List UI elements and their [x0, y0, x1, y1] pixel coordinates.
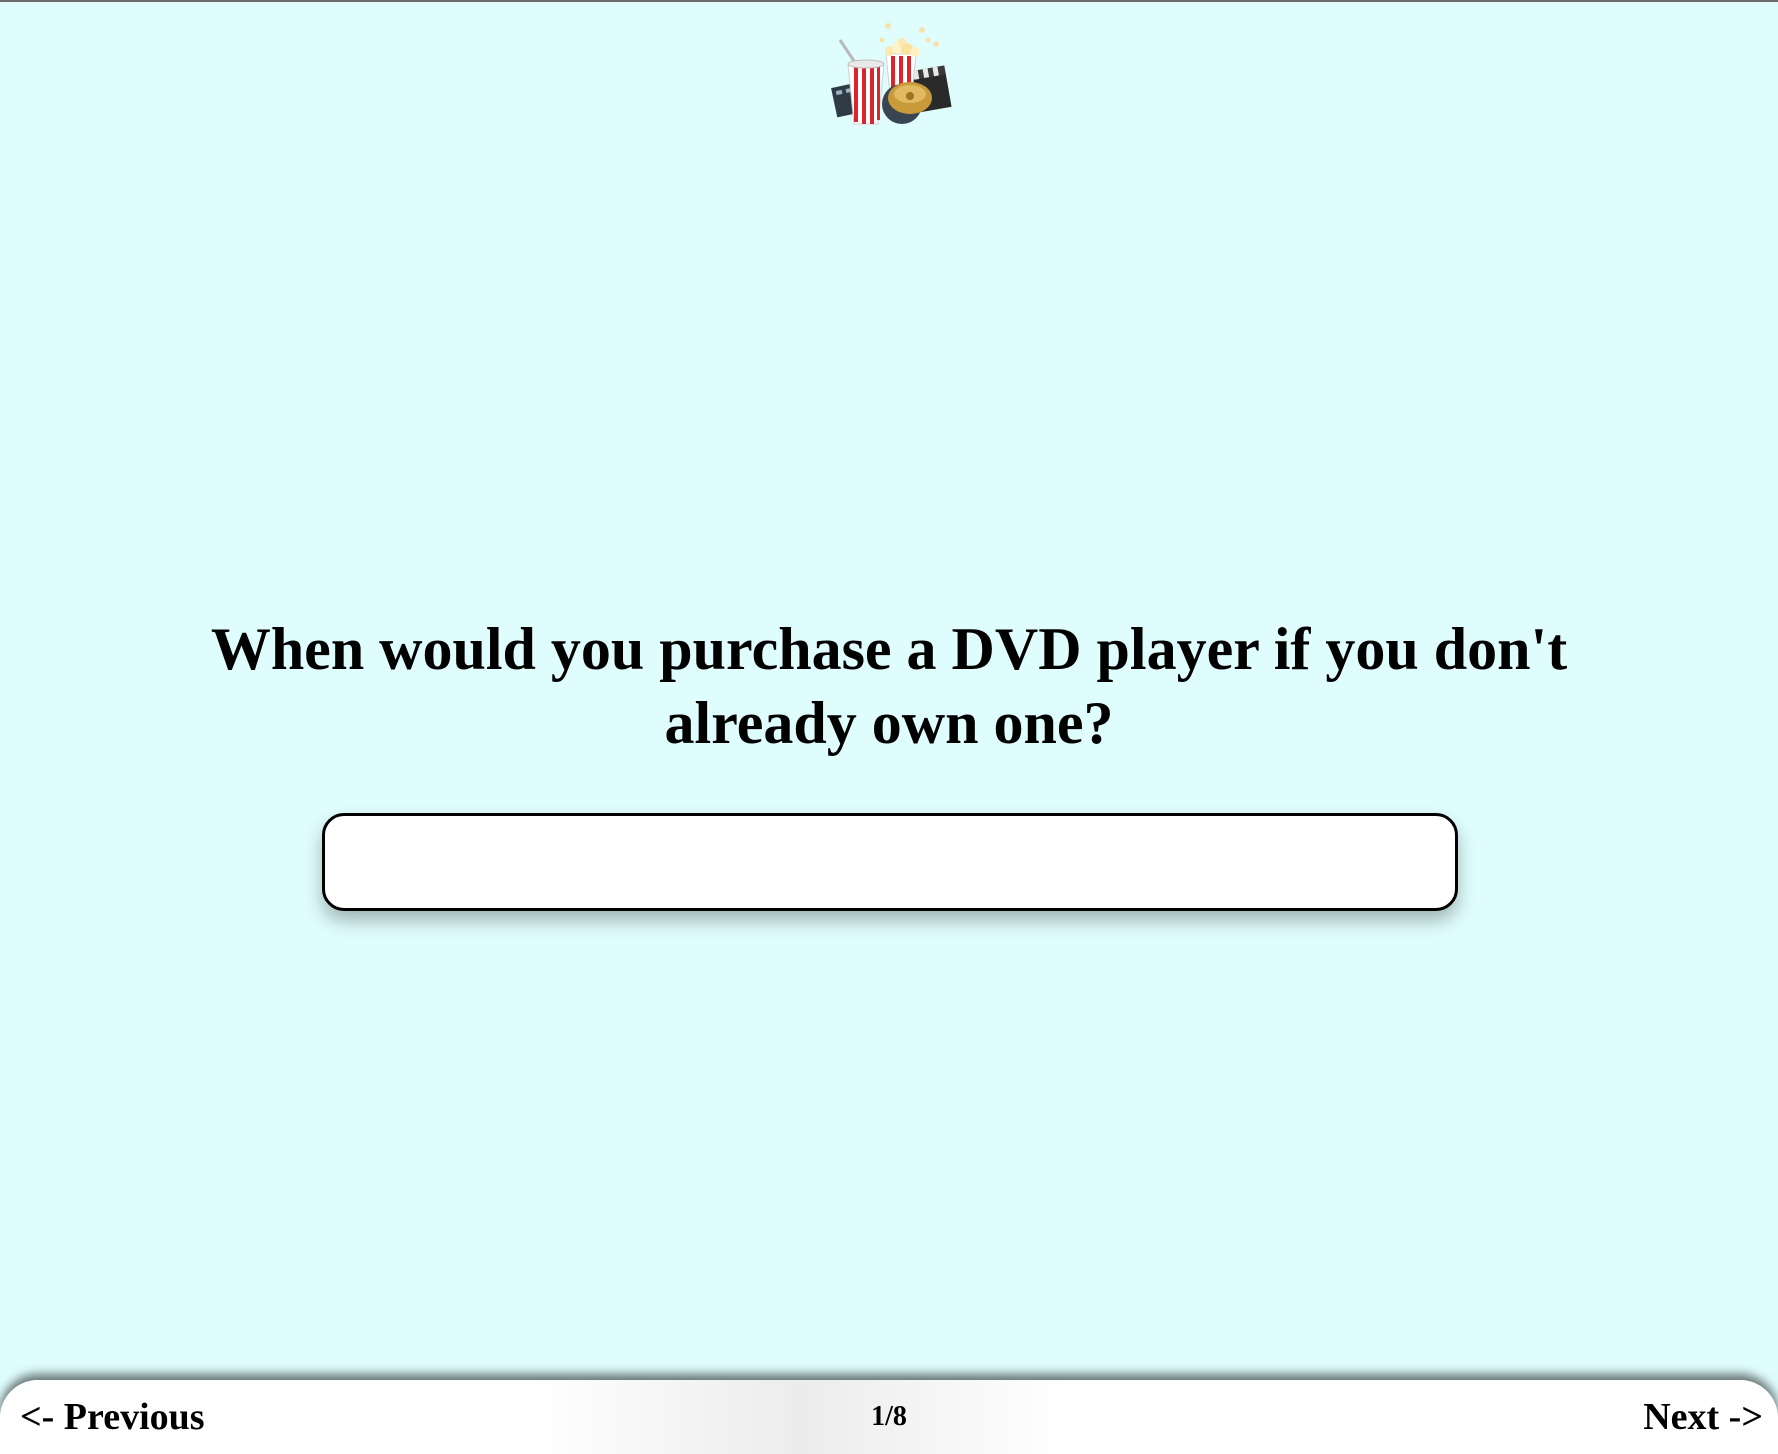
- answer-input[interactable]: [322, 813, 1458, 911]
- movie-snacks-icon: [831, 23, 952, 125]
- page-indicator: 1/8: [871, 1401, 907, 1432]
- navigation-bar: <- Previous 1/8 Next ->: [0, 1380, 1778, 1454]
- top-border: [0, 0, 1778, 2]
- next-button[interactable]: Next ->: [1643, 1395, 1763, 1439]
- question-text: When would you purchase a DVD player if …: [210, 616, 1568, 756]
